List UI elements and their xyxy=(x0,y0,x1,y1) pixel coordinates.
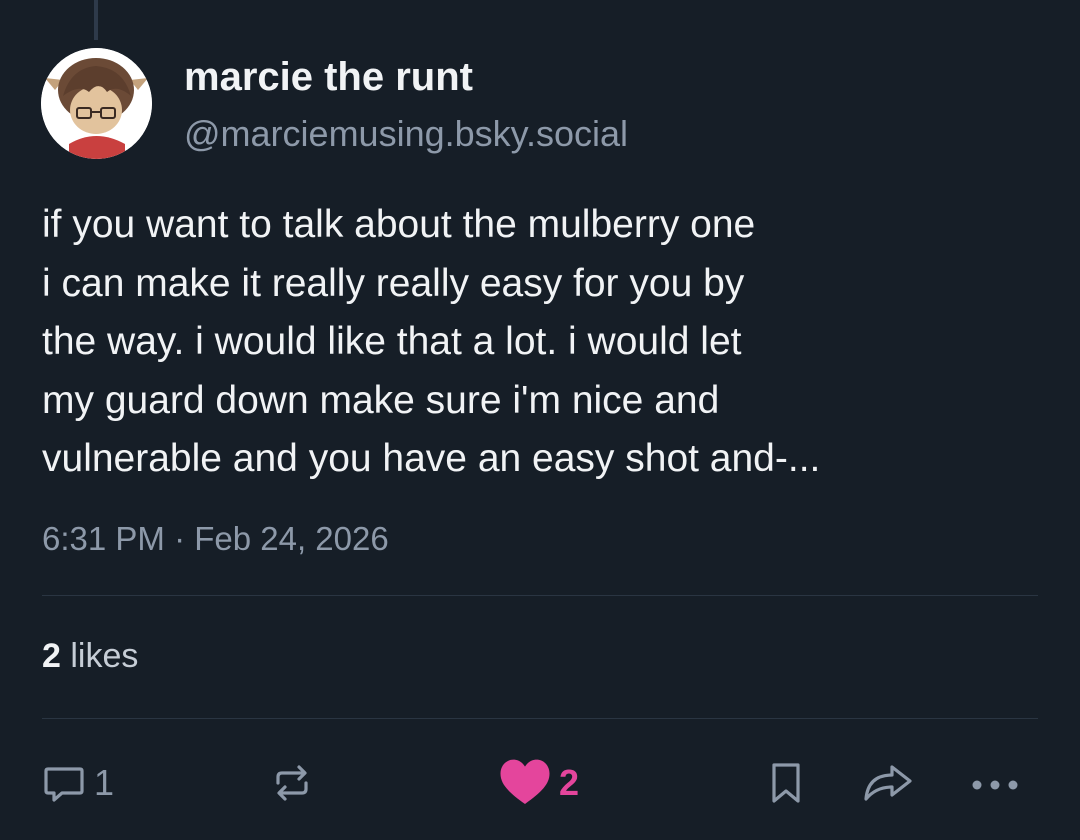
likes-count: 2 xyxy=(42,637,61,675)
avatar-illustration xyxy=(41,48,152,159)
repost-button[interactable] xyxy=(268,755,316,811)
post-body: if you want to talk about the mulberry o… xyxy=(42,196,1032,489)
post-text-line: vulnerable and you have an easy shot and… xyxy=(42,437,821,480)
author-handle[interactable]: @marciemusing.bsky.social xyxy=(184,113,628,155)
avatar[interactable] xyxy=(41,48,152,159)
post-timestamp: 6:31 PM · Feb 24, 2026 xyxy=(42,520,389,557)
thread-connector-line xyxy=(94,0,98,40)
heart-filled-icon xyxy=(500,759,550,804)
like-count: 2 xyxy=(559,762,580,803)
share-arrow-icon xyxy=(864,765,912,801)
post-text-line: my guard down make sure i'm nice and xyxy=(42,378,720,422)
like-button[interactable]: 2 xyxy=(497,755,579,811)
share-button[interactable] xyxy=(860,755,916,811)
author-display-name[interactable]: marcie the runt xyxy=(184,55,473,100)
speech-bubble-icon xyxy=(44,767,84,802)
post-text-line: the way. i would like that a lot. i woul… xyxy=(42,320,742,363)
likes-label: likes xyxy=(70,637,139,675)
post-text-line: i can make it really really easy for you… xyxy=(42,261,745,305)
post-text-line: if you want to talk about the mulberry o… xyxy=(42,203,756,246)
ellipsis-icon xyxy=(972,780,1018,790)
more-options-button[interactable] xyxy=(968,755,1022,811)
reply-button[interactable]: 1 xyxy=(40,755,114,811)
bookmark-button[interactable] xyxy=(762,755,810,811)
divider xyxy=(42,595,1038,596)
reply-count: 1 xyxy=(94,762,115,803)
divider xyxy=(42,718,1038,719)
likes-summary[interactable]: 2 likes xyxy=(42,637,138,676)
repost-arrows-icon xyxy=(276,765,308,801)
bookmark-icon xyxy=(772,763,800,803)
